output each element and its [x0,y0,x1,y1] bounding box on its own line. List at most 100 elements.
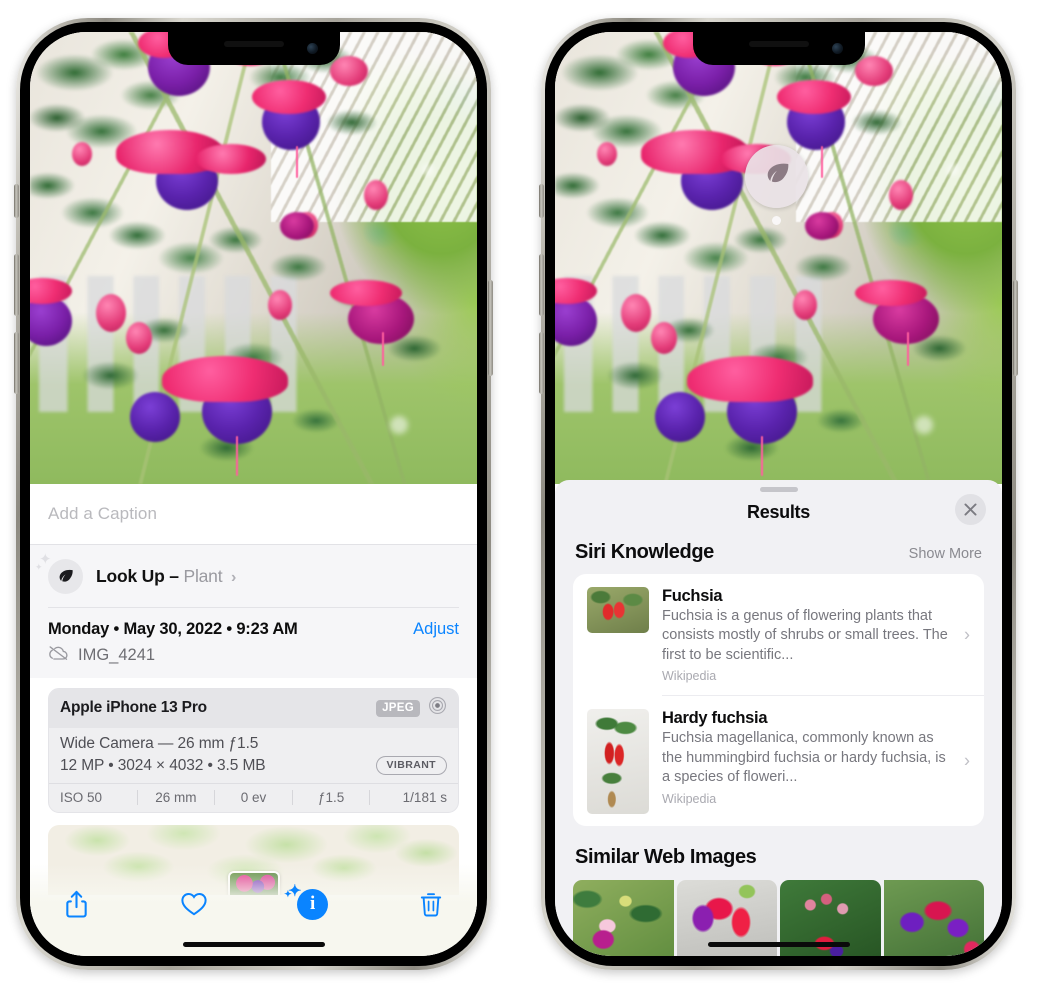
flower-sepal [855,280,927,306]
knowledge-thumbnail [587,587,649,633]
similar-web-images-title: Similar Web Images [575,846,757,869]
flower-stamen [236,436,238,476]
look-up-row[interactable]: ✦ ✦ Look Up – Plant › [35,552,459,594]
info-button[interactable]: ✦ ✦ i [284,882,335,926]
flower-bud [855,56,893,86]
web-image-tile[interactable] [573,880,674,956]
flower-bud [621,294,651,332]
camera-lens-info: Wide Camera — 26 mm ƒ1.5 [60,735,259,752]
results-header: Results [555,492,1002,541]
close-button[interactable] [955,494,986,525]
right-phone-device: Results Siri Knowledge Show More Fuchsia… [539,18,1018,970]
device-notch [167,32,340,65]
photo-viewer[interactable] [30,32,477,484]
siri-knowledge-card: Fuchsia Fuchsia is a genus of flowering … [573,574,984,827]
exif-exposure-bias: 0 ev [240,790,267,805]
flower-bud [96,294,126,332]
exif-focal-length: 26 mm [155,790,197,805]
flower-sepal [196,144,266,174]
flower-corolla [655,392,705,442]
flower-sepal [252,80,326,114]
volume-down-button[interactable] [539,332,544,394]
sparkle-icon: ✦ [35,562,43,572]
flower-bud [889,180,913,210]
look-up-subject: Plant [183,566,223,586]
flower-stamen [296,146,298,178]
look-up-dash: – [169,566,179,586]
power-button[interactable] [1013,280,1018,376]
knowledge-title: Fuchsia [662,587,723,605]
power-button[interactable] [488,280,493,376]
photographic-style-badge: VIBRANT [375,756,447,775]
flower-bud [651,322,677,354]
home-indicator[interactable] [707,942,850,947]
left-phone-screen: Add a Caption ✦ ✦ Look Up – Plant › Mond… [30,32,477,956]
flower-corolla [130,392,180,442]
results-sheet: Results Siri Knowledge Show More Fuchsia… [555,480,1002,956]
favorite-button[interactable] [172,882,216,926]
show-more-button[interactable]: Show More [909,546,982,562]
exif-row: ISO 50 26 mm 0 ev ƒ1.5 1/181 s [49,783,458,812]
camera-size-row: 12 MP • 3024 × 4032 • 3.5 MB VIBRANT [60,756,447,775]
camera-model: Apple iPhone 13 Pro [60,699,207,716]
flower-bud [364,180,388,210]
camera-card-header: Apple iPhone 13 Pro JPEG [49,689,458,728]
earpiece-speaker [748,41,809,47]
knowledge-description: Fuchsia is a genus of flowering plants t… [662,608,948,663]
icloud-slash-icon [48,645,69,666]
metadata-date-row: Monday • May 30, 2022 • 9:23 AM Adjust [48,620,459,639]
look-up-label: Look Up – Plant › [96,566,236,587]
results-title: Results [747,502,810,522]
camera-card-body: Wide Camera — 26 mm ƒ1.5 12 MP • 3024 × … [49,728,458,783]
exif-aperture: ƒ1.5 [317,790,345,805]
camera-size-info: 12 MP • 3024 × 4032 • 3.5 MB [60,756,266,774]
look-up-bubble[interactable] [745,145,808,208]
aperture-icon [428,696,447,720]
sparkle-icon: ✦ [284,888,292,899]
photo-filename: IMG_4241 [78,646,156,664]
knowledge-body: Fuchsia Fuchsia is a genus of flowering … [662,587,970,683]
metadata-file-row: IMG_4241 [48,645,459,666]
flower-corolla [280,212,314,240]
flower-sepal [777,80,851,114]
siri-knowledge-header: Siri Knowledge Show More [555,541,1002,574]
flower-sepal [330,280,402,306]
caption-input[interactable]: Add a Caption [30,484,477,544]
right-phone-screen: Results Siri Knowledge Show More Fuchsia… [555,32,1002,956]
adjust-button[interactable]: Adjust [413,620,459,639]
share-button[interactable] [54,882,98,926]
knowledge-item[interactable]: Fuchsia Fuchsia is a genus of flowering … [573,574,984,695]
flower-bud [72,142,92,166]
volume-up-button[interactable] [14,254,19,316]
knowledge-thumbnail [587,709,649,815]
flower-bud [793,290,817,320]
web-image-tile[interactable] [883,880,984,956]
flower-stamen [382,332,384,366]
knowledge-description: Fuchsia magellanica, commonly known as t… [662,730,946,786]
flower-bud [268,290,292,320]
bokeh-highlight [915,416,933,434]
look-up-section: ✦ ✦ Look Up – Plant › [30,545,477,607]
volume-up-button[interactable] [539,254,544,316]
format-badge: JPEG [376,699,420,717]
divider [48,607,459,608]
camera-header-badges: JPEG [376,696,447,720]
flower-stamen [907,332,909,366]
silence-switch[interactable] [14,184,19,218]
knowledge-body: Hardy fuchsia Fuchsia magellanica, commo… [662,709,970,805]
home-indicator[interactable] [182,942,325,947]
bokeh-highlight [390,416,408,434]
knowledge-item[interactable]: Hardy fuchsia Fuchsia magellanica, commo… [573,696,984,826]
flower-sepal [162,356,288,402]
close-icon [964,503,977,516]
device-notch [692,32,865,65]
silence-switch[interactable] [539,184,544,218]
camera-info-card[interactable]: Apple iPhone 13 Pro JPEG Wide Camera — 2… [48,688,459,813]
earpiece-speaker [223,41,284,47]
photo-viewer[interactable] [555,32,1002,484]
knowledge-source: Wikipedia [662,791,717,806]
flower-bud [597,142,617,166]
volume-down-button[interactable] [14,332,19,394]
delete-button[interactable] [409,882,453,926]
flower-sepal [687,356,813,402]
